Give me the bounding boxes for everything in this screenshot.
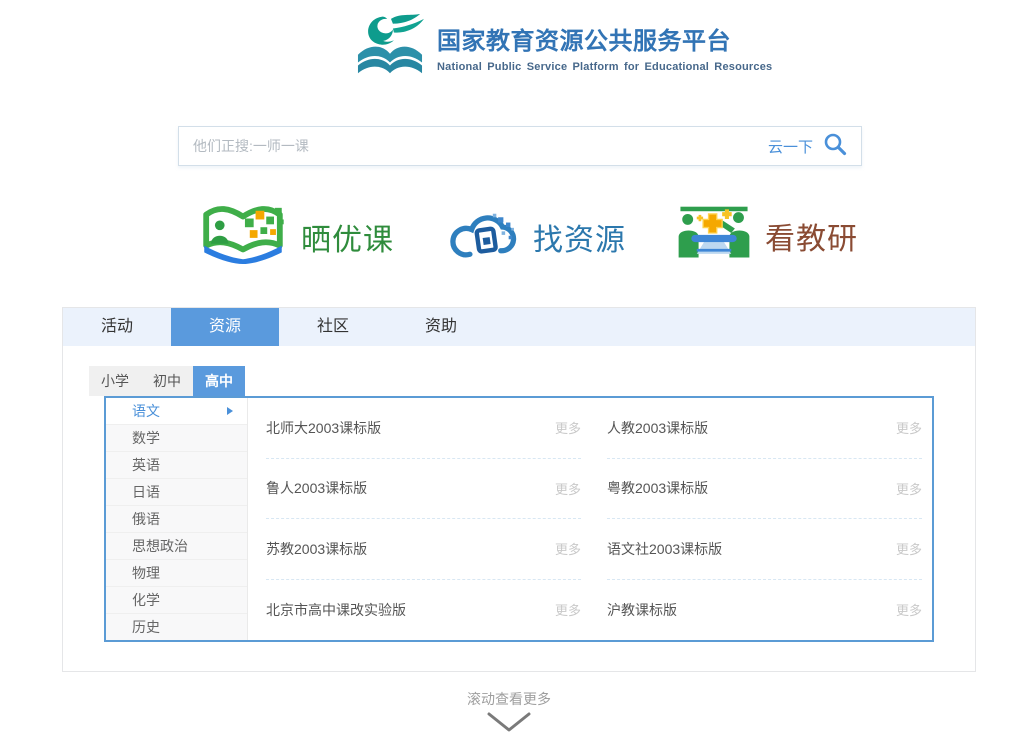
textbook-title[interactable]: 北京市高中课改实验版: [266, 600, 406, 620]
subject-item-chemistry[interactable]: 化学: [106, 586, 247, 613]
tab-funding[interactable]: 资助: [387, 308, 495, 346]
more-link[interactable]: 更多: [555, 539, 581, 558]
chevron-down-icon[interactable]: [486, 711, 532, 740]
search-button-label[interactable]: 云一下: [768, 136, 813, 157]
scroll-hint-text: 滚动查看更多: [0, 689, 1018, 709]
logo-text: 国家教育资源公共服务平台 National Public Service Pla…: [437, 26, 772, 72]
tab-high-school[interactable]: 高中: [193, 366, 245, 396]
feature-label[interactable]: 晒优课: [301, 215, 394, 259]
textbook-title[interactable]: 沪教课标版: [607, 600, 677, 620]
textbook-title[interactable]: 语文社2003课标版: [607, 539, 722, 559]
more-link[interactable]: 更多: [555, 600, 581, 619]
subject-label: 语文: [132, 401, 160, 421]
more-link[interactable]: 更多: [896, 479, 922, 498]
main-panel: 活动 资源 社区 资助 小学 初中 高中 语文 数学 英语 日语 俄语 思想政治…: [62, 307, 976, 672]
site-subtitle: National Public Service Platform for Edu…: [437, 61, 772, 73]
textbook-title[interactable]: 苏教2003课标版: [266, 539, 367, 559]
more-link[interactable]: 更多: [896, 539, 922, 558]
subject-item-chinese[interactable]: 语文: [106, 398, 247, 424]
subject-item-math[interactable]: 数学: [106, 424, 247, 451]
search-bar: 云一下: [178, 126, 862, 166]
site-title: 国家教育资源公共服务平台: [437, 26, 772, 57]
chevron-right-icon: [227, 407, 233, 415]
subject-item-history[interactable]: 历史: [106, 613, 247, 640]
feature-share-courses[interactable]: 晒优课: [197, 203, 394, 270]
subject-menu: 语文 数学 英语 日语 俄语 思想政治 物理 化学 历史: [106, 398, 248, 640]
page: 国家教育资源公共服务平台 National Public Service Pla…: [0, 0, 1018, 742]
textbook-title[interactable]: 北师大2003课标版: [266, 418, 381, 438]
search-button[interactable]: 云一下: [768, 132, 861, 161]
subject-item-physics[interactable]: 物理: [106, 559, 247, 586]
tab-community[interactable]: 社区: [279, 308, 387, 346]
feature-label[interactable]: 看教研: [765, 214, 858, 258]
textbook-title[interactable]: 鲁人2003课标版: [266, 478, 367, 498]
level-tabbar: 小学 初中 高中: [89, 366, 975, 396]
more-link[interactable]: 更多: [555, 418, 581, 437]
textbook-row: 语文社2003课标版 更多: [607, 519, 922, 580]
textbook-row: 苏教2003课标版 更多: [266, 519, 581, 580]
textbook-row: 粤教2003课标版 更多: [607, 459, 922, 520]
more-link[interactable]: 更多: [896, 600, 922, 619]
tab-primary-school[interactable]: 小学: [89, 366, 141, 396]
subject-item-russian[interactable]: 俄语: [106, 505, 247, 532]
textbook-row: 北京市高中课改实验版 更多: [266, 580, 581, 641]
more-link[interactable]: 更多: [555, 479, 581, 498]
feature-label[interactable]: 找资源: [533, 215, 626, 259]
textbook-row: 鲁人2003课标版 更多: [266, 459, 581, 520]
textbook-title[interactable]: 人教2003课标版: [607, 418, 708, 438]
textbook-title[interactable]: 粤教2003课标版: [607, 478, 708, 498]
subject-item-japanese[interactable]: 日语: [106, 478, 247, 505]
search-input[interactable]: [179, 127, 768, 165]
tab-resources[interactable]: 资源: [171, 308, 279, 346]
textbook-row: 北师大2003课标版 更多: [266, 398, 581, 459]
site-logo[interactable]: 国家教育资源公共服务平台 National Public Service Pla…: [352, 14, 772, 85]
tab-activities[interactable]: 活动: [63, 308, 171, 346]
tab-middle-school[interactable]: 初中: [141, 366, 193, 396]
subject-item-english[interactable]: 英语: [106, 451, 247, 478]
textbook-row: 人教2003课标版 更多: [607, 398, 922, 459]
textbook-row: 沪教课标版 更多: [607, 580, 922, 641]
more-link[interactable]: 更多: [896, 418, 922, 437]
cloud-pixels-icon: [447, 205, 521, 268]
magnifier-icon[interactable]: [823, 132, 847, 161]
feature-find-resources[interactable]: 找资源: [447, 205, 626, 268]
textbook-list: 北师大2003课标版 更多 人教2003课标版 更多 鲁人2003课标版 更多 …: [248, 398, 932, 640]
meeting-table-icon: [675, 204, 753, 267]
subject-dropdown-panel: 语文 数学 英语 日语 俄语 思想政治 物理 化学 历史 北师大2003课标版 …: [104, 396, 934, 642]
feature-view-research[interactable]: 看教研: [675, 204, 858, 267]
subject-item-politics[interactable]: 思想政治: [106, 532, 247, 559]
bird-over-book-logo-icon: [352, 14, 428, 85]
book-pixels-icon: [197, 203, 289, 270]
main-tabbar: 活动 资源 社区 资助: [63, 308, 975, 346]
